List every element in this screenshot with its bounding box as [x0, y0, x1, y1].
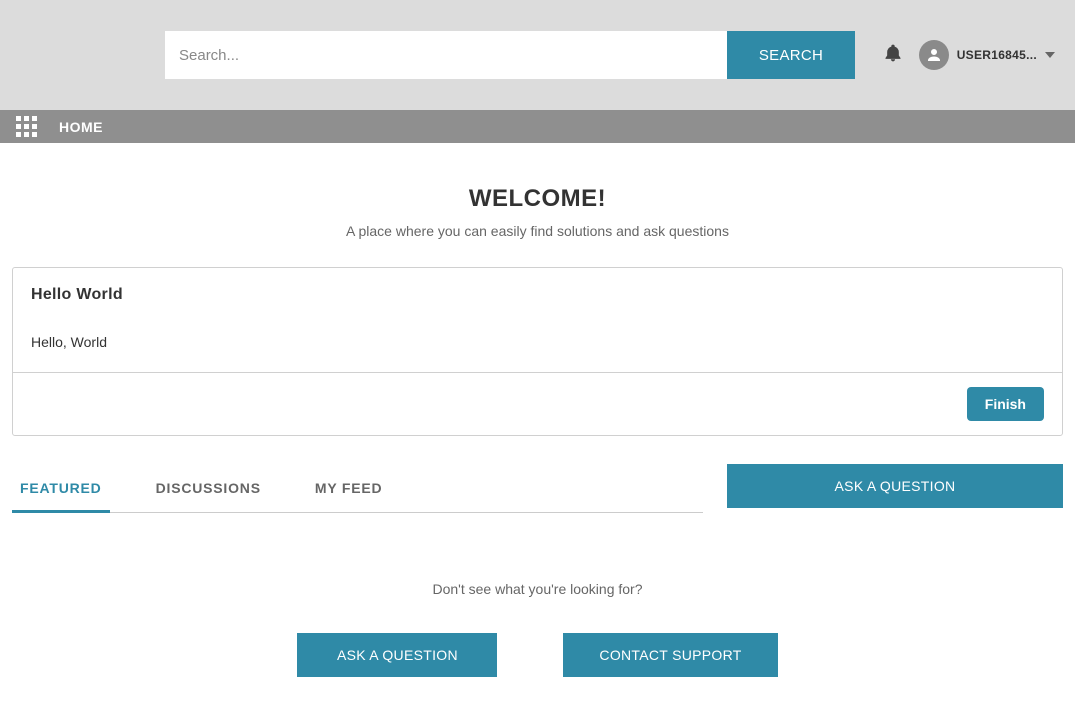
- user-menu[interactable]: USER16845...: [919, 40, 1055, 70]
- tabs-container: FEATURED DISCUSSIONS MY FEED: [12, 464, 703, 513]
- card-title: Hello World: [31, 286, 1044, 304]
- tab-my-feed[interactable]: MY FEED: [307, 464, 391, 513]
- bottom-cta: Don't see what you're looking for? ASK A…: [12, 513, 1063, 677]
- tabs: FEATURED DISCUSSIONS MY FEED: [12, 464, 703, 513]
- ask-question-button[interactable]: ASK A QUESTION: [297, 633, 497, 677]
- onboarding-card: Hello World Hello, World Finish: [12, 267, 1063, 436]
- sidebar-actions: ASK A QUESTION: [727, 464, 1063, 508]
- nav-bar: HOME: [0, 110, 1075, 143]
- notifications-icon[interactable]: [883, 42, 903, 69]
- header: SEARCH USER16845...: [0, 0, 1075, 110]
- tab-featured[interactable]: FEATURED: [12, 464, 110, 513]
- contact-support-button[interactable]: CONTACT SUPPORT: [563, 633, 777, 677]
- ask-question-button-side[interactable]: ASK A QUESTION: [727, 464, 1063, 508]
- page-subtitle: A place where you can easily find soluti…: [12, 223, 1063, 239]
- tab-discussions[interactable]: DISCUSSIONS: [148, 464, 269, 513]
- search-bar: SEARCH: [165, 31, 855, 79]
- username-label: USER16845...: [957, 48, 1037, 62]
- bottom-prompt: Don't see what you're looking for?: [12, 581, 1063, 597]
- apps-grid-icon[interactable]: [16, 116, 37, 137]
- card-text: Hello, World: [31, 334, 1044, 350]
- card-footer: Finish: [13, 372, 1062, 435]
- nav-home[interactable]: HOME: [59, 119, 103, 135]
- header-right: USER16845...: [883, 40, 1055, 70]
- search-input[interactable]: [165, 31, 727, 79]
- main-content: WELCOME! A place where you can easily fi…: [0, 143, 1075, 717]
- tabs-row: FEATURED DISCUSSIONS MY FEED ASK A QUEST…: [12, 464, 1063, 513]
- page-title: WELCOME!: [12, 185, 1063, 213]
- bottom-buttons: ASK A QUESTION CONTACT SUPPORT: [12, 633, 1063, 677]
- card-body: Hello World Hello, World: [13, 268, 1062, 372]
- avatar: [919, 40, 949, 70]
- search-button[interactable]: SEARCH: [727, 31, 855, 79]
- welcome-block: WELCOME! A place where you can easily fi…: [12, 143, 1063, 267]
- finish-button[interactable]: Finish: [967, 387, 1044, 421]
- chevron-down-icon: [1045, 52, 1055, 58]
